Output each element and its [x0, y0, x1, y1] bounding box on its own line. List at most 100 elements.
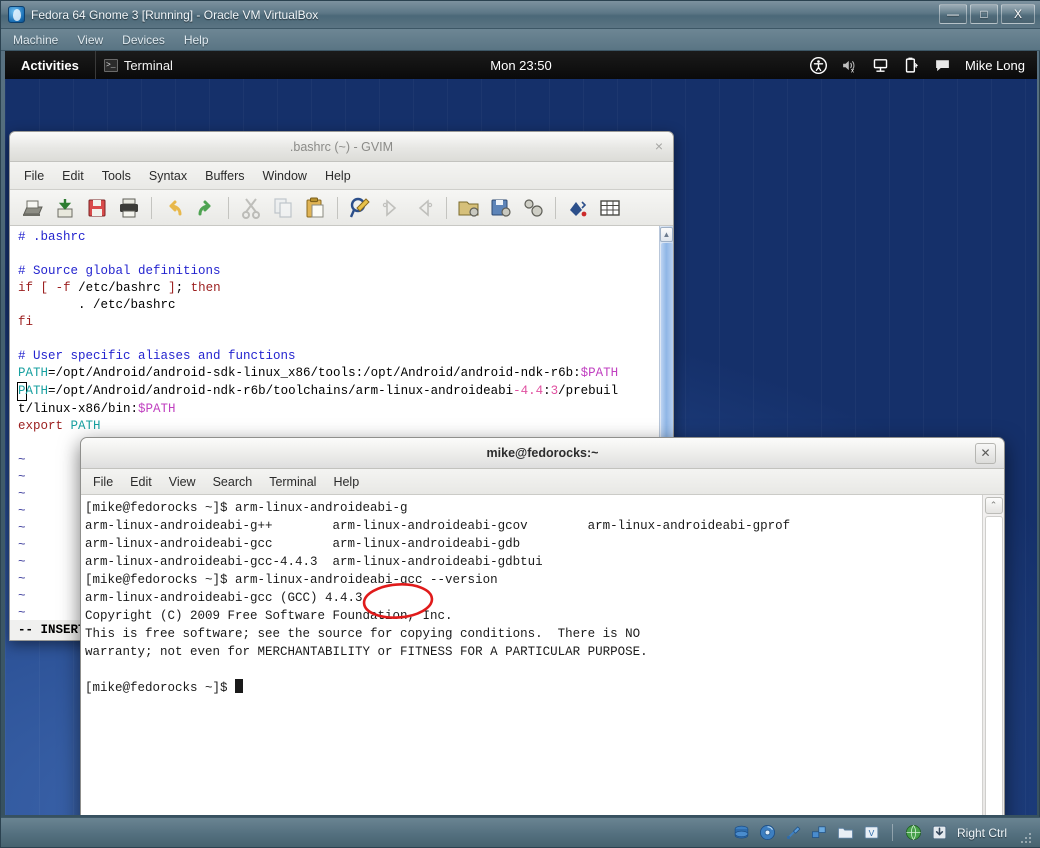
close-button[interactable]: X	[1001, 4, 1035, 24]
terminal-line: arm-linux-androideabi-gcc arm-linux-andr…	[85, 535, 982, 553]
terminal-menu-file[interactable]: File	[93, 475, 113, 489]
gvim-text: ~	[18, 572, 26, 586]
terminal-scrollbar[interactable]: ⌃ ⌄	[982, 495, 1004, 815]
find-icon[interactable]	[345, 193, 375, 223]
menu-devices[interactable]: Devices	[122, 33, 165, 47]
terminal-cursor	[235, 679, 244, 693]
terminal-menu-terminal[interactable]: Terminal	[269, 475, 316, 489]
display-icon[interactable]: V	[863, 824, 880, 841]
gvim-menu-edit[interactable]: Edit	[62, 169, 84, 183]
gvim-text: # Source global definitions	[18, 264, 221, 278]
menu-help[interactable]: Help	[184, 33, 209, 47]
gvim-text: ~	[18, 589, 26, 603]
gvim-text: [	[40, 281, 49, 295]
open-file-icon[interactable]	[18, 193, 48, 223]
find-previous-icon[interactable]	[409, 193, 439, 223]
undo-icon[interactable]	[159, 193, 189, 223]
gvim-text	[63, 419, 71, 433]
volume-muted-icon[interactable]: x	[841, 57, 858, 74]
terminal-line-text: arm-linux-androideabi-gcc (GCC) 4.4.3	[85, 591, 363, 605]
toolbar-separator	[228, 196, 229, 219]
host-key-icon[interactable]	[931, 824, 948, 841]
gvim-text: ATH	[25, 384, 49, 398]
gvim-line: PATH=/opt/Android/android-ndk-r6b/toolch…	[17, 382, 659, 401]
shell-icon[interactable]	[595, 193, 625, 223]
gvim-menu-file[interactable]: File	[24, 169, 44, 183]
optical-disk-icon[interactable]	[759, 824, 776, 841]
copy-icon[interactable]	[268, 193, 298, 223]
usb-icon[interactable]	[785, 824, 802, 841]
gvim-text: # User specific aliases and functions	[18, 349, 296, 363]
terminal-line: This is free software; see the source fo…	[85, 625, 982, 643]
scroll-up-icon[interactable]: ▲	[660, 227, 673, 242]
make-icon[interactable]	[563, 193, 593, 223]
virtualbox-window-controls: — □ X	[939, 4, 1035, 24]
terminal-menu-help[interactable]: Help	[333, 475, 359, 489]
terminal-menubar: File Edit View Search Terminal Help	[81, 469, 1004, 495]
gvim-text: ~	[18, 504, 26, 518]
terminal-line-text: [mike@fedorocks ~]$ arm-linux-androideab…	[85, 573, 498, 587]
user-menu-label[interactable]: Mike Long	[965, 58, 1025, 73]
activities-button[interactable]: Activities	[5, 51, 95, 79]
menu-view[interactable]: View	[77, 33, 103, 47]
minimize-button[interactable]: —	[939, 4, 967, 24]
cut-icon[interactable]	[236, 193, 266, 223]
gvim-line	[18, 246, 659, 263]
close-icon[interactable]: ×	[655, 139, 663, 153]
terminal-line: arm-linux-androideabi-gcc-4.4.3 arm-linu…	[85, 553, 982, 571]
terminal-output[interactable]: [mike@fedorocks ~]$ arm-linux-androideab…	[81, 495, 982, 815]
gvim-menu-tools[interactable]: Tools	[102, 169, 131, 183]
gvim-menu-buffers[interactable]: Buffers	[205, 169, 244, 183]
terminal-menu-edit[interactable]: Edit	[130, 475, 152, 489]
panel-app-menu[interactable]: >_ Terminal	[94, 51, 185, 79]
hard-disk-icon[interactable]	[733, 824, 750, 841]
close-icon[interactable]: ✕	[975, 443, 996, 464]
load-session-icon[interactable]	[454, 193, 484, 223]
gvim-text: ]	[168, 281, 176, 295]
gvim-text: ;	[175, 281, 191, 295]
gvim-menu-help[interactable]: Help	[325, 169, 351, 183]
network-icon[interactable]	[811, 824, 828, 841]
gvim-text: ~	[18, 453, 26, 467]
scroll-up-icon[interactable]: ⌃	[984, 497, 1003, 514]
terminal-line: arm-linux-androideabi-gcc (GCC) 4.4.3	[85, 589, 982, 607]
terminal-menu-view[interactable]: View	[169, 475, 196, 489]
gvim-text: ~	[18, 606, 26, 620]
gvim-text: export	[18, 419, 64, 433]
terminal-line-text: This is free software; see the source fo…	[85, 627, 641, 641]
svg-text:V: V	[869, 828, 875, 838]
display-icon[interactable]	[872, 57, 889, 74]
run-script-icon[interactable]	[518, 193, 548, 223]
terminal-line-text: warranty; not even for MERCHANTABILITY o…	[85, 645, 648, 659]
gvim-line	[18, 331, 659, 348]
redo-icon[interactable]	[191, 193, 221, 223]
shared-folder-icon[interactable]	[837, 824, 854, 841]
save-session-icon[interactable]	[486, 193, 516, 223]
gvim-text: . /etc/bashrc	[18, 298, 176, 312]
battery-charging-icon[interactable]	[903, 57, 920, 74]
gvim-line: fi	[18, 314, 659, 331]
save-icon[interactable]	[50, 193, 80, 223]
gvim-text: t/linux-x86/bin:	[18, 402, 139, 416]
gvim-menu-syntax[interactable]: Syntax	[149, 169, 187, 183]
paste-icon[interactable]	[300, 193, 330, 223]
gvim-menu-window[interactable]: Window	[262, 169, 306, 183]
svg-text:x: x	[851, 67, 855, 73]
find-next-icon[interactable]	[377, 193, 407, 223]
gvim-text: ~	[18, 487, 26, 501]
save-all-icon[interactable]	[82, 193, 112, 223]
scrollbar-trough[interactable]	[984, 516, 1003, 815]
gvim-text: $PATH	[580, 366, 619, 380]
print-icon[interactable]	[114, 193, 144, 223]
terminal-menu-search[interactable]: Search	[213, 475, 253, 489]
menu-machine[interactable]: Machine	[13, 33, 58, 47]
maximize-button[interactable]: □	[970, 4, 998, 24]
globe-icon[interactable]	[905, 824, 922, 841]
gvim-text	[33, 281, 41, 295]
gvim-text: -4.4	[513, 384, 544, 398]
accessibility-icon[interactable]	[810, 56, 828, 74]
gvim-text: =/opt/Android/android-ndk-r6b/toolchains…	[48, 384, 514, 398]
gvim-line: # Source global definitions	[18, 263, 659, 280]
resize-grip[interactable]	[1020, 833, 1031, 844]
toolbar-separator	[151, 196, 152, 219]
